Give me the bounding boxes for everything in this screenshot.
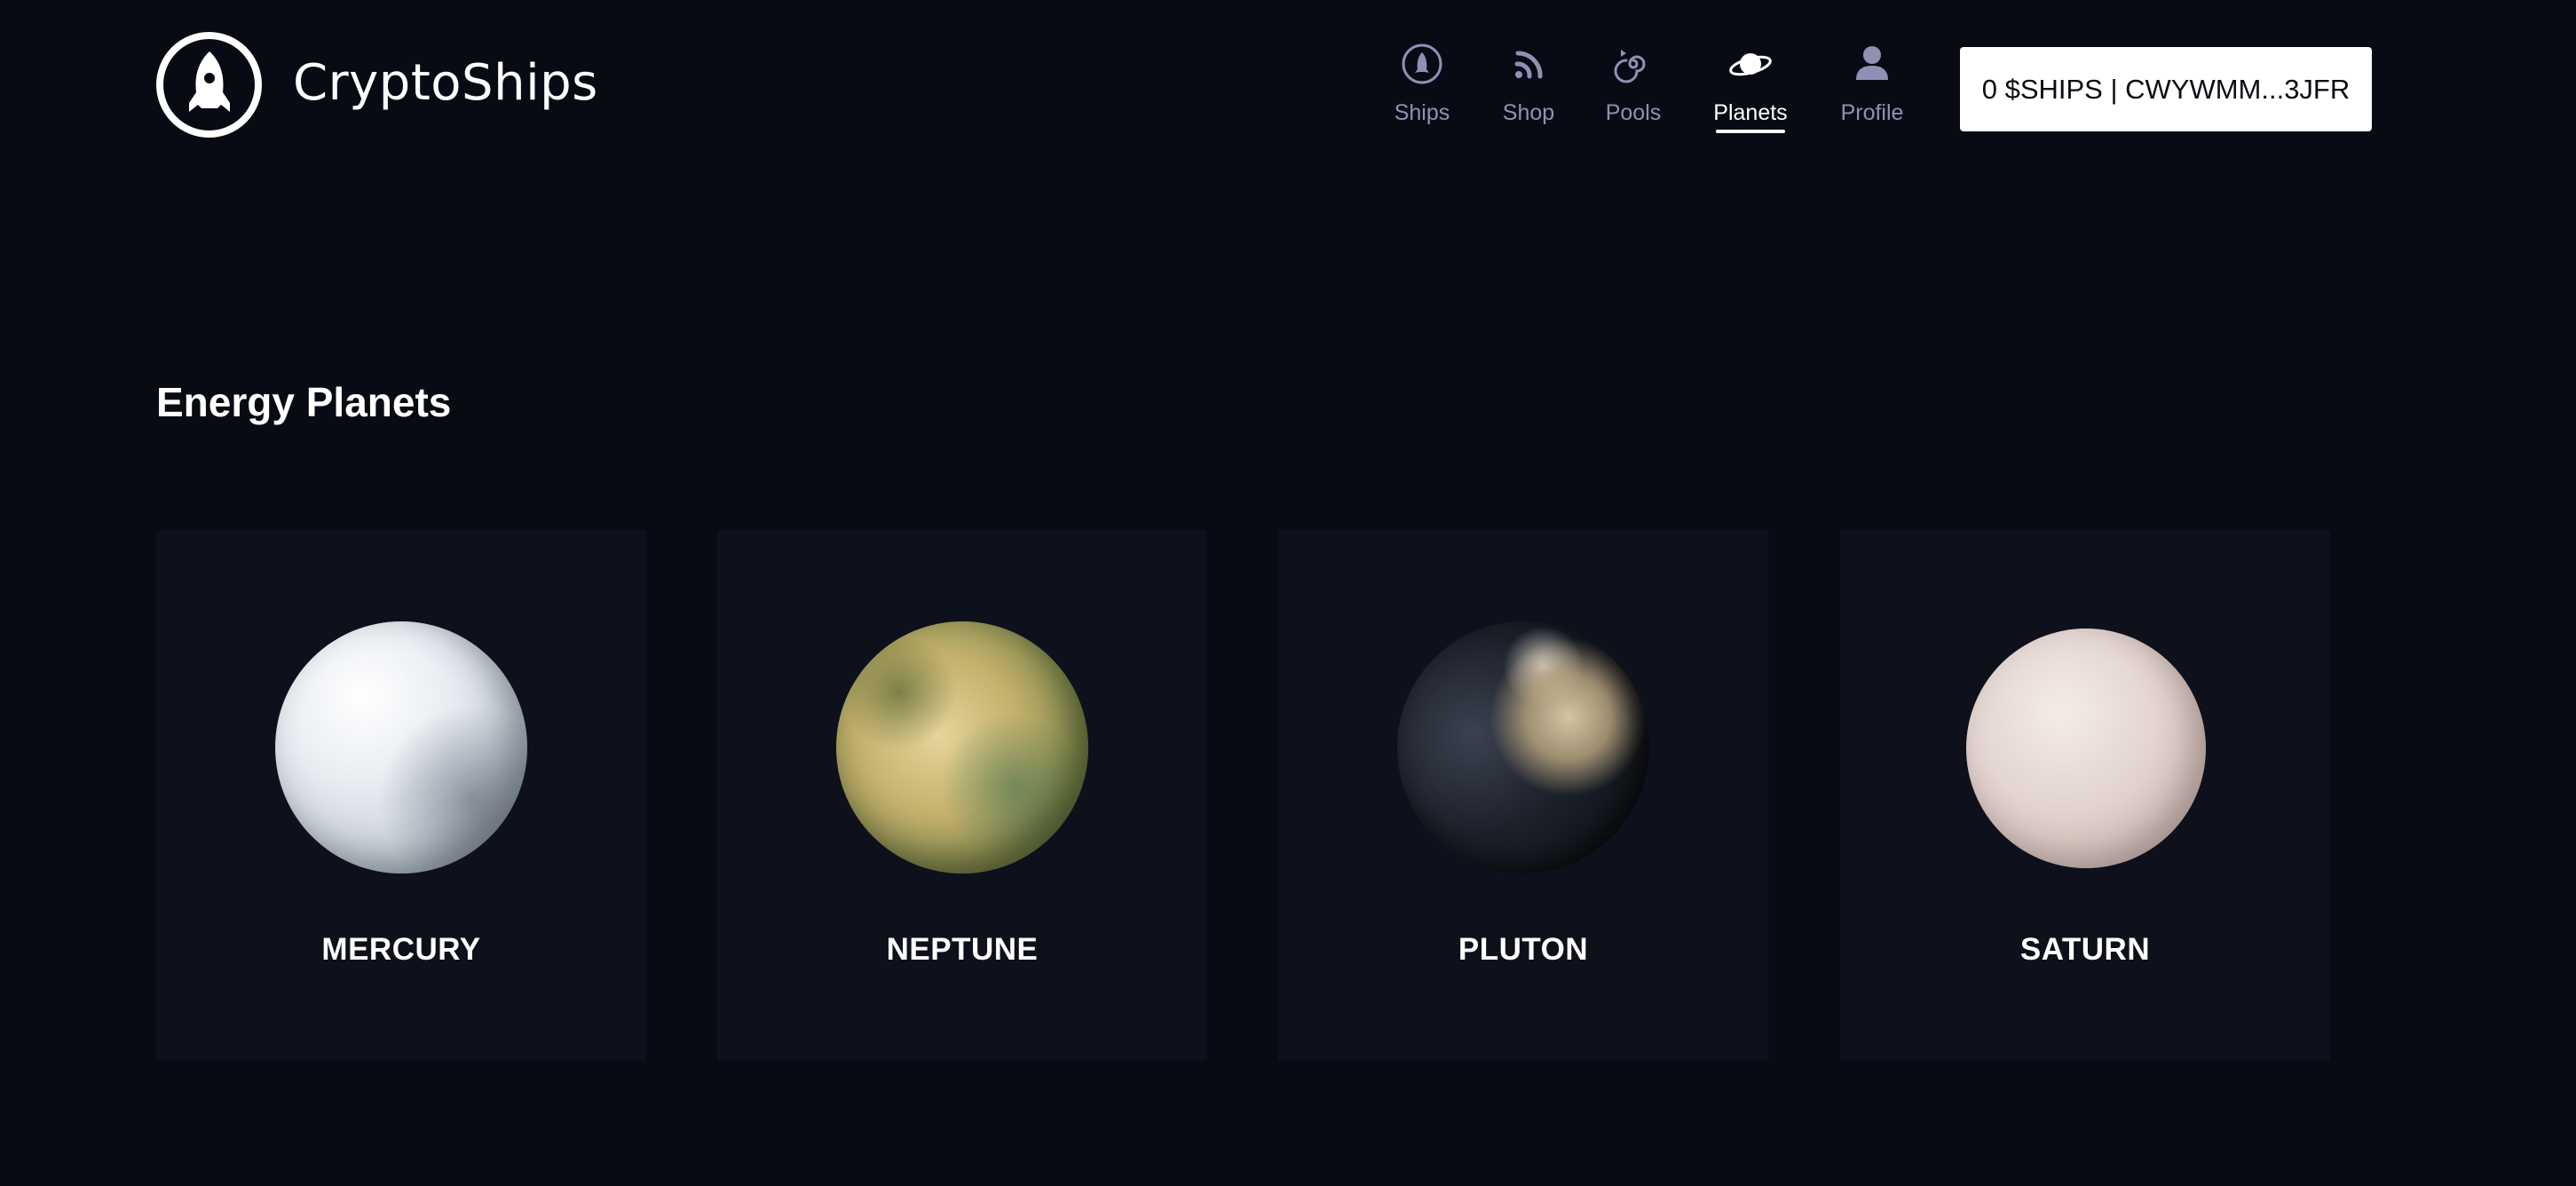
- planet-ring-icon: [1729, 53, 1772, 76]
- nav-label-pools: Pools: [1605, 100, 1662, 125]
- planet-name: PLUTON: [1458, 932, 1589, 967]
- nav-label-shop: Shop: [1502, 100, 1555, 125]
- nav-item-planets[interactable]: Planets: [1697, 41, 1804, 147]
- planet-name: MERCURY: [321, 932, 481, 967]
- logo[interactable]: [156, 32, 262, 138]
- nav-item-ships[interactable]: Ships: [1369, 41, 1475, 147]
- header: CryptoShips Ships Shop Pools Planets Pro…: [0, 0, 2576, 178]
- nav-label-ships: Ships: [1394, 100, 1450, 125]
- planet-name: NEPTUNE: [886, 932, 1039, 967]
- rocket-icon: [188, 51, 230, 112]
- nav-active-underline: [1716, 130, 1785, 133]
- nav-label-profile: Profile: [1840, 100, 1904, 125]
- nav-label-planets: Planets: [1713, 100, 1788, 125]
- planet-neptune-image: [836, 621, 1088, 874]
- spiral-icon: [1614, 50, 1646, 83]
- planet-pluton-image: [1397, 621, 1649, 874]
- user-icon: [1856, 46, 1888, 80]
- nav-item-pools[interactable]: Pools: [1580, 41, 1687, 147]
- nav-item-profile[interactable]: Profile: [1819, 41, 1925, 147]
- nav-item-shop[interactable]: Shop: [1475, 41, 1582, 147]
- brand-name: CryptoShips: [293, 54, 598, 112]
- planet-saturn-image: [1966, 629, 2206, 868]
- planet-card-saturn[interactable]: SATURN: [1840, 530, 2330, 1061]
- planet-card-neptune[interactable]: NEPTUNE: [717, 530, 1207, 1061]
- ship-circle-icon: [1402, 43, 1442, 84]
- planet-card-mercury[interactable]: MERCURY: [156, 530, 646, 1061]
- planet-card-pluton[interactable]: PLUTON: [1278, 530, 1768, 1061]
- rss-signal-icon: [1514, 51, 1543, 79]
- planet-mercury-image: [275, 621, 527, 874]
- planet-name: SATURN: [2019, 932, 2151, 967]
- section-title: Energy Planets: [156, 379, 452, 425]
- planet-card-grid: MERCURY NEPTUNE PLUTON SATURN: [156, 530, 2331, 1061]
- wallet-button[interactable]: 0 $SHIPS | CWYWMM...3JFR: [1960, 47, 2372, 131]
